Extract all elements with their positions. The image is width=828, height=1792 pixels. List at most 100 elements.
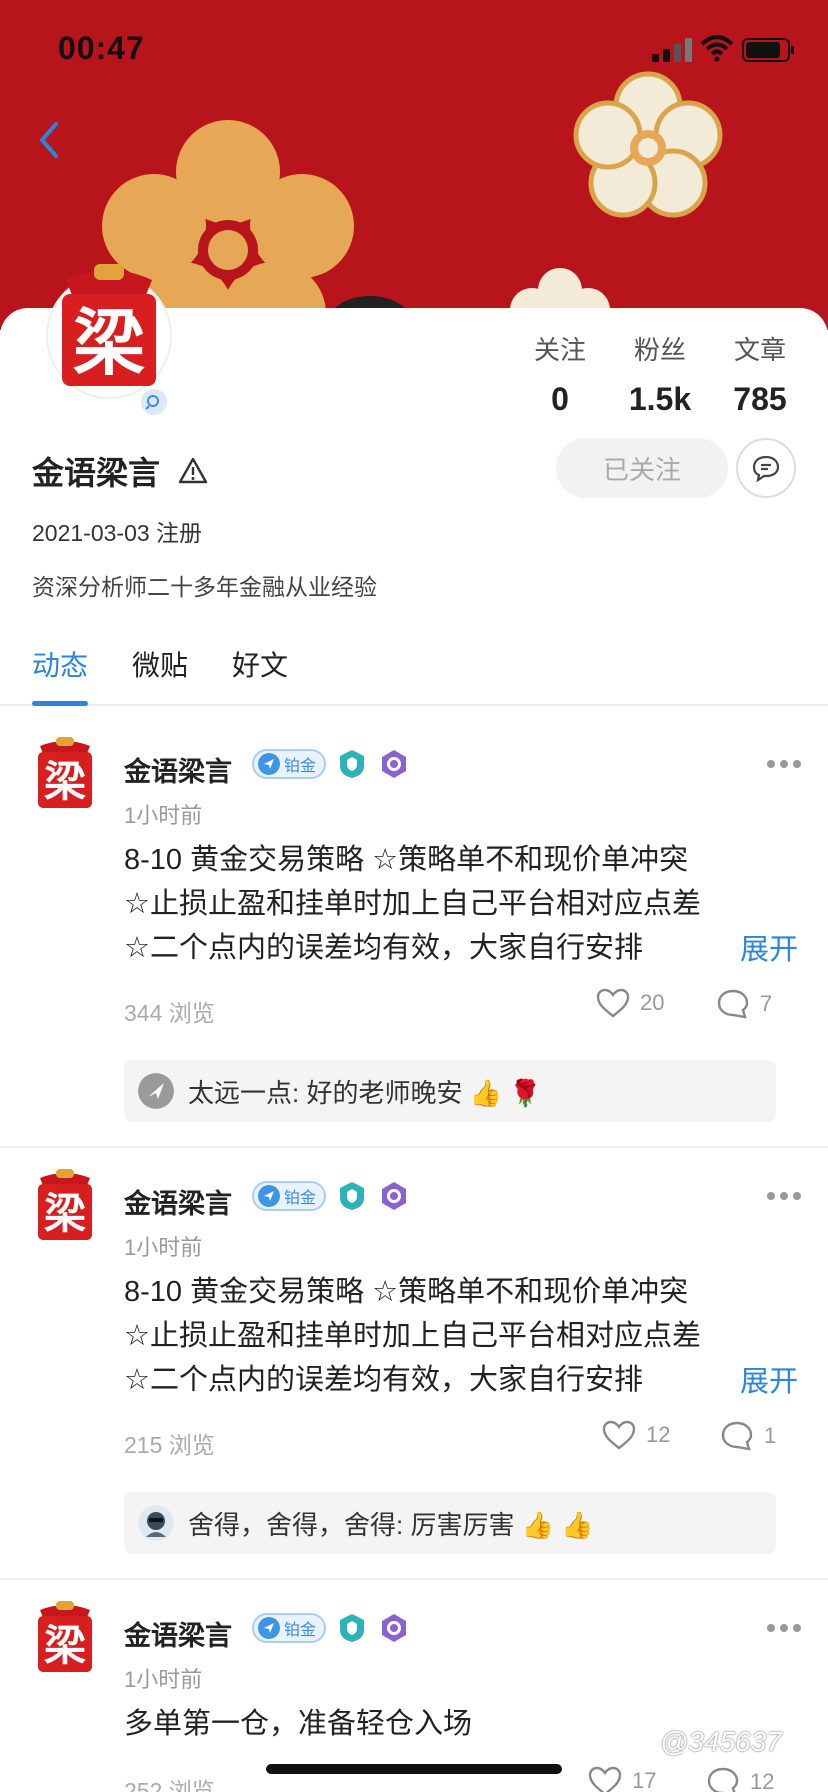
post-author[interactable]: 金语梁言: [124, 750, 232, 789]
heart-icon: [602, 1420, 636, 1450]
svg-text:梁: 梁: [44, 757, 86, 806]
post-text-line: ☆二个点内的误差均有效，大家自行安排: [124, 932, 643, 964]
profile-avatar[interactable]: 梁: [44, 260, 174, 400]
post-author[interactable]: 金语梁言: [124, 1182, 232, 1221]
heart-icon: [596, 988, 630, 1018]
tab-micro-posts[interactable]: 微贴: [132, 644, 188, 700]
tab-articles[interactable]: 好文: [232, 644, 288, 700]
view-count: 252 浏览: [124, 1778, 215, 1792]
shield-badge-icon: [340, 1614, 365, 1642]
author-badges: 铂金: [252, 1612, 410, 1644]
badge-label: 铂金: [284, 1190, 317, 1207]
tab-activity[interactable]: 动态: [32, 644, 89, 706]
stat-label: 关注: [533, 335, 586, 365]
shield-badge-icon: [340, 750, 365, 778]
post-text[interactable]: 8-10 黄金交易策略 ☆策略单不和现价单冲突 ☆止损止盈和挂单时加上自己平台相…: [124, 838, 778, 970]
post-text[interactable]: 8-10 黄金交易策略 ☆策略单不和现价单冲突 ☆止损止盈和挂单时加上自己平台相…: [124, 1270, 778, 1402]
post-avatar[interactable]: 梁: [32, 1600, 98, 1678]
watermark: @345637: [660, 1726, 782, 1757]
comment-icon: [721, 1421, 753, 1451]
like-count: 12: [646, 1422, 671, 1447]
like-button[interactable]: 17: [588, 1766, 656, 1792]
post-time: 1小时前: [124, 803, 203, 828]
reply-text: 舍得，舍得，舍得: 厉害厉害 👍 👍: [188, 1509, 594, 1540]
feed-post[interactable]: 梁 金语梁言 铂金 1小时前 多单第一仓，准备轻仓入场 252 浏览 17 12: [0, 1570, 828, 1792]
more-icon[interactable]: [766, 1622, 802, 1634]
expand-link[interactable]: 展开: [710, 1358, 799, 1400]
platinum-badge: 铂金: [252, 1181, 327, 1211]
report-warning-icon[interactable]: [178, 456, 208, 486]
feed-post[interactable]: 梁 金语梁言 铂金 1小时前 8-10 黄金交易策略 ☆策略单不和现价单冲突 ☆…: [0, 1138, 828, 1570]
post-text-line: ☆二个点内的误差均有效，大家自行安排: [124, 1364, 643, 1396]
author-badges: 铂金: [252, 1180, 410, 1212]
stat-value: 0: [551, 381, 569, 417]
stat-label: 文章: [733, 335, 786, 365]
reply-text: 太远一点: 好的老师晚安 👍 🌹: [188, 1077, 542, 1108]
comment-count: 12: [750, 1769, 775, 1792]
feed-post[interactable]: 梁 金语梁言 铂金 1小时前 8-10 黄金交易策略 ☆策略单不和现价单冲突 ☆…: [0, 706, 828, 1138]
home-indicator[interactable]: [266, 1764, 562, 1774]
platinum-icon: [258, 1185, 280, 1207]
like-button[interactable]: 20: [596, 988, 664, 1018]
stat-value: 1.5k: [628, 381, 692, 417]
platinum-icon: [258, 753, 280, 775]
post-text-line: 8-10 黄金交易策略 ☆策略单不和现价单冲突: [124, 844, 689, 876]
profile-tabs: 动态 微贴 好文: [32, 644, 288, 706]
register-date: 2021-03-03 注册: [32, 520, 203, 546]
signal-icon: [652, 38, 692, 62]
post-time: 1小时前: [124, 1235, 203, 1260]
platinum-badge: 铂金: [252, 749, 327, 779]
comment-count: 1: [764, 1423, 777, 1448]
profile-name-row: 金语梁言: [32, 448, 208, 494]
post-avatar[interactable]: 梁: [32, 736, 98, 814]
profile-name: 金语梁言: [32, 455, 161, 491]
expand-link[interactable]: 展开: [710, 926, 799, 968]
level-badge-icon: [382, 750, 407, 778]
like-count: 20: [640, 990, 665, 1015]
stat-following[interactable]: 关注 0: [510, 330, 610, 418]
heart-icon: [588, 1766, 622, 1792]
badge-label: 铂金: [284, 758, 317, 775]
post-text-line: ☆止损止盈和挂单时加上自己平台相对应点差: [124, 888, 701, 920]
stat-followers[interactable]: 粉丝 1.5k: [610, 330, 710, 418]
post-time: 1小时前: [124, 1667, 203, 1692]
level-badge-icon: [382, 1614, 407, 1642]
post-text-line: 8-10 黄金交易策略 ☆策略单不和现价单冲突: [124, 1276, 689, 1308]
badge-label: 铂金: [284, 1622, 317, 1639]
like-button[interactable]: 12: [602, 1420, 670, 1450]
back-icon[interactable]: [34, 118, 64, 162]
view-count: 215 浏览: [124, 1432, 215, 1458]
svg-text:梁: 梁: [44, 1621, 86, 1670]
more-icon[interactable]: [766, 758, 802, 770]
battery-icon: [742, 38, 794, 62]
chat-icon: [752, 455, 780, 482]
stat-label: 粉丝: [633, 335, 686, 365]
stat-value: 785: [733, 381, 787, 417]
comment-count: 7: [760, 991, 773, 1016]
level-badge-icon: [382, 1182, 407, 1210]
shield-badge-icon: [340, 1182, 365, 1210]
wifi-icon: [700, 35, 734, 62]
reply-avatar: [138, 1073, 174, 1109]
verified-badge-icon: [138, 386, 170, 418]
reply-preview[interactable]: 太远一点: 好的老师晚安 👍 🌹: [124, 1060, 776, 1122]
post-author[interactable]: 金语梁言: [124, 1614, 232, 1653]
comment-icon: [707, 1767, 739, 1792]
reply-avatar: [138, 1505, 174, 1541]
status-time: 00:47: [58, 30, 145, 66]
stat-articles[interactable]: 文章 785: [710, 330, 810, 418]
followed-button[interactable]: 已关注: [556, 438, 728, 498]
reply-preview[interactable]: 舍得，舍得，舍得: 厉害厉害 👍 👍: [124, 1492, 776, 1554]
more-icon[interactable]: [766, 1190, 802, 1202]
platinum-badge: 铂金: [252, 1613, 327, 1643]
comment-icon: [717, 989, 749, 1019]
comment-button[interactable]: 1: [720, 1420, 776, 1452]
like-count: 17: [632, 1768, 657, 1792]
comment-button[interactable]: 7: [716, 988, 772, 1020]
comment-button[interactable]: 12: [706, 1766, 774, 1792]
post-avatar[interactable]: 梁: [32, 1168, 98, 1246]
view-count: 344 浏览: [124, 1000, 215, 1026]
message-button[interactable]: [736, 438, 796, 498]
profile-stats: 关注 0 粉丝 1.5k 文章 785: [510, 330, 810, 418]
post-text-line: ☆止损止盈和挂单时加上自己平台相对应点差: [124, 1320, 701, 1352]
